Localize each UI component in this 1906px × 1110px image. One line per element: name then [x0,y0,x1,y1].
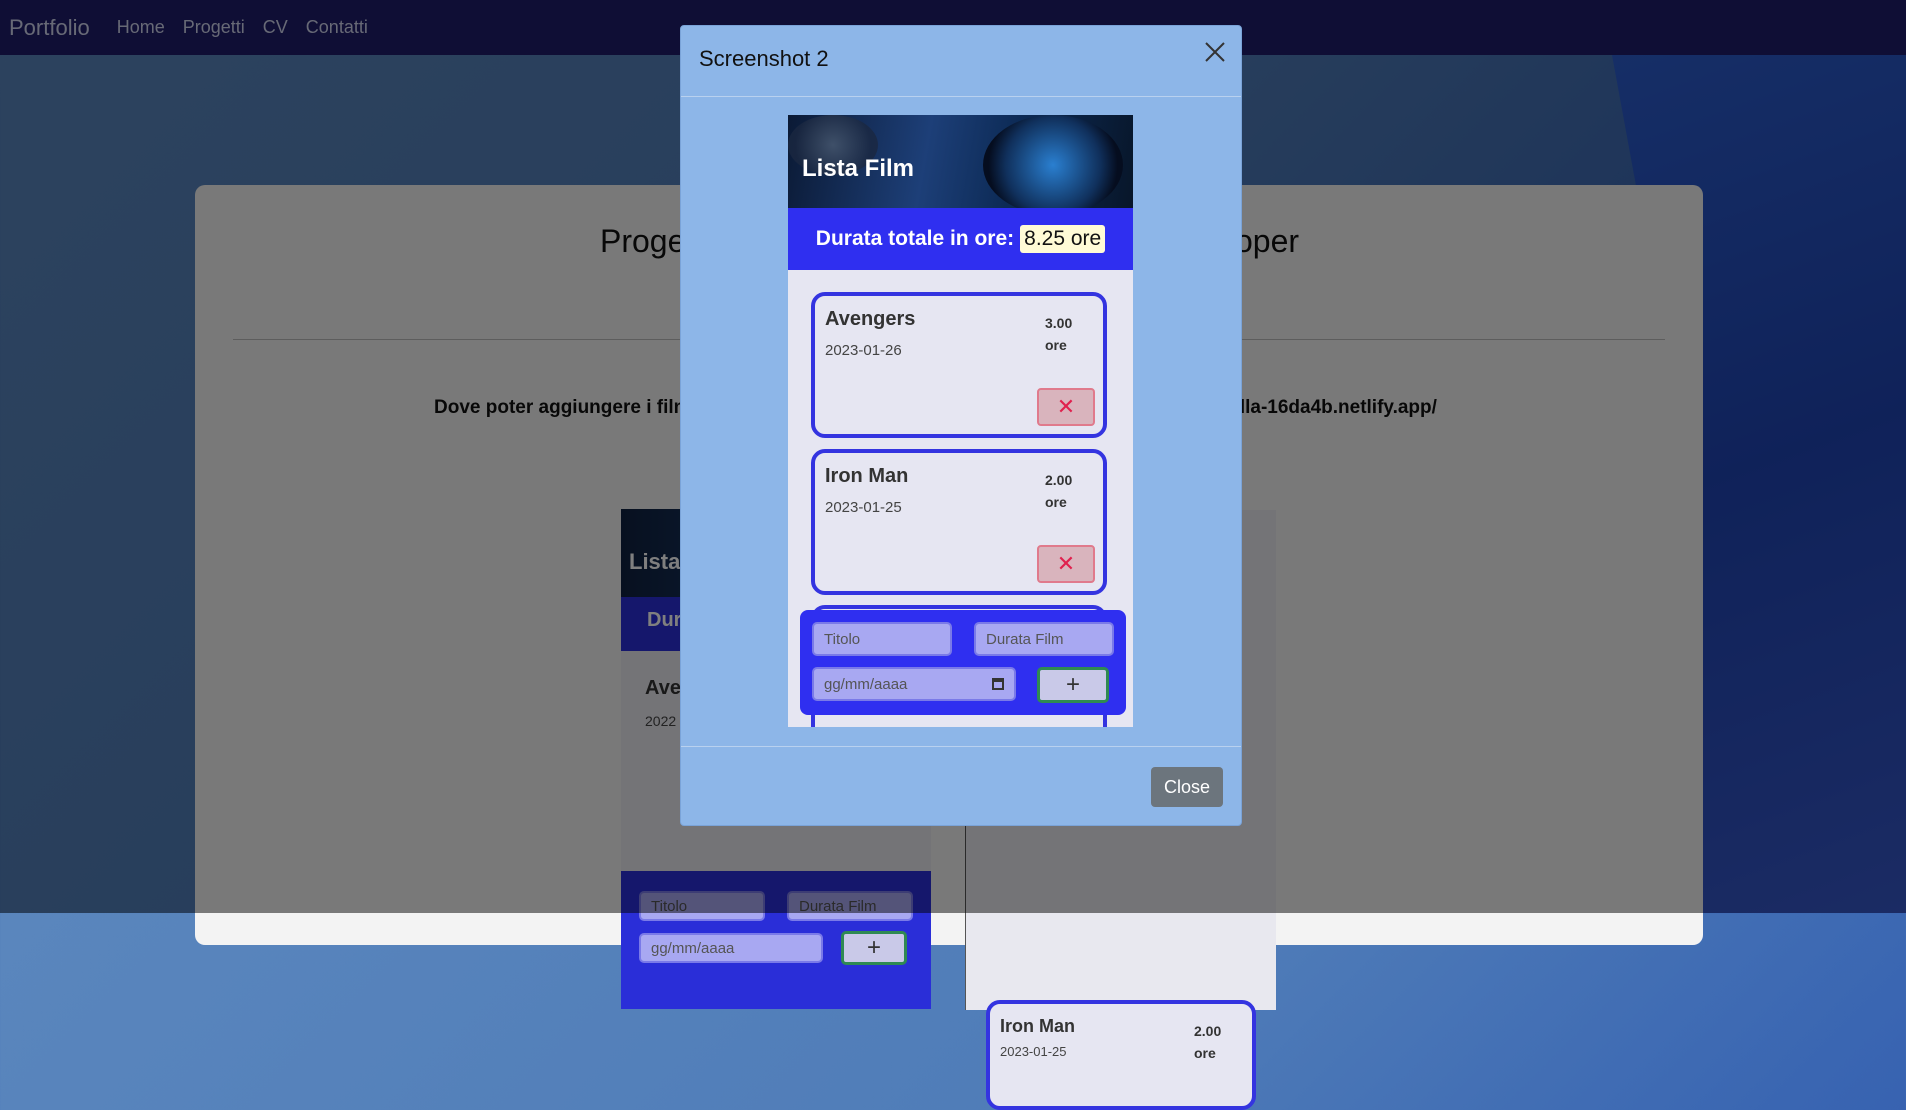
bg-add-button[interactable]: + [841,931,907,965]
bg-movie-title-2: Iron Man [1000,1016,1075,1036]
title-input[interactable]: Titolo [812,622,952,656]
close-icon[interactable] [1203,40,1227,64]
movie-duration-value: 2.00 [1045,472,1073,488]
bg-date-input[interactable]: gg/mm/aaaa [639,933,823,963]
movie-duration-value: 3.00 [1045,315,1073,331]
calendar-icon[interactable] [992,678,1004,690]
bg-movie-duration-unit-2: ore [1194,1045,1216,1061]
screenshot-modal: Screenshot 2 Lista Film Durata totale in… [680,25,1242,826]
movie-title: Iron Man [825,465,909,487]
film-reel-icon [983,115,1123,215]
banner-title: Lista Film [802,155,915,182]
add-button[interactable]: + [1037,667,1109,703]
movie-duration: 3.00 ore [1045,312,1083,356]
bg-movie-date-2: 2023-01-25 [1000,1044,1067,1059]
date-placeholder: gg/mm/aaaa [824,675,908,693]
modal-header: Screenshot 2 [681,26,1241,97]
bg-movie-duration-2: 2.00 ore [1194,1020,1232,1064]
movie-duration: 2.00 ore [1045,469,1083,513]
modal-screenshot-image: Lista Film Durata totale in ore: 8.25 or… [788,115,1133,727]
movie-duration-unit: ore [1045,494,1067,510]
duration-input[interactable]: Durata Film [974,622,1114,656]
total-duration-bar: Durata totale in ore: 8.25 ore [788,208,1133,270]
total-value: 8.25 ore [1020,225,1106,253]
movie-date: 2023-01-26 [825,342,902,359]
movie-duration-unit: ore [1045,337,1067,353]
modal-footer: Close [681,746,1241,825]
delete-button[interactable]: ✕ [1037,545,1095,583]
date-input[interactable]: gg/mm/aaaa [812,667,1016,701]
modal-title: Screenshot 2 [699,46,829,71]
total-label: Durata totale in ore: [815,227,1015,250]
movie-date: 2023-01-25 [825,499,902,516]
delete-button[interactable]: ✕ [1037,388,1095,426]
close-button[interactable]: Close [1151,767,1223,807]
movie-card: Iron Man 2023-01-25 2.00 ore ✕ [811,449,1107,595]
film-banner: Lista Film [788,115,1133,215]
bg-movie-card-2: Iron Man 2023-01-25 2.00 ore [986,1000,1256,1110]
bg-movie-duration-value-2: 2.00 [1194,1023,1222,1039]
movie-title: Avengers [825,308,916,330]
movie-card: Avengers 2023-01-26 3.00 ore ✕ [811,292,1107,438]
add-movie-form: Titolo Durata Film gg/mm/aaaa + [800,610,1126,715]
